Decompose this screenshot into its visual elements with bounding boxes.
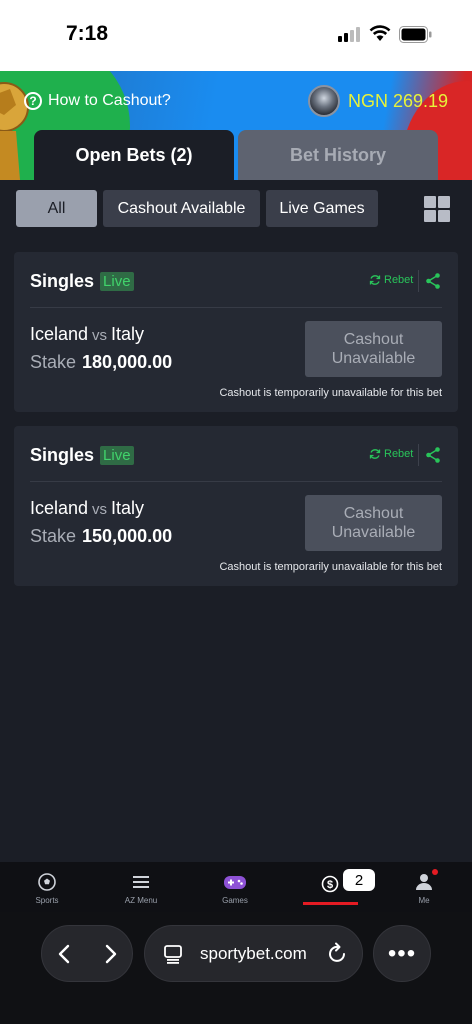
grid-view-icon[interactable] [424,196,450,222]
nav-label: Sports [35,896,59,905]
nav-sports[interactable]: Sports [12,862,82,912]
avatar[interactable] [308,85,340,117]
live-badge: Live [100,272,134,291]
help-icon: ? [24,92,42,110]
refresh-icon [369,275,381,285]
how-to-cashout-link[interactable]: ? How to Cashout? [24,92,171,110]
notification-dot [432,869,438,875]
stake-amount: 150,000.00 [82,526,173,546]
filter-live-games[interactable]: Live Games [266,190,378,227]
person-icon [416,874,432,890]
status-time: 7:18 [66,22,109,45]
match-teams: Iceland vs Italy [30,498,144,519]
menu-icon [133,876,149,888]
soccer-ball-icon [38,873,56,891]
bet-card: Singles Live Rebet Iceland vs Italy Stake 1… [14,426,458,586]
cashout-status: Unavailable [331,524,416,541]
gamepad-icon [224,876,246,889]
bet-type: Singles [30,445,95,465]
svg-text:$: $ [327,879,333,891]
refresh-icon [369,449,381,459]
nav-me[interactable]: Me [389,862,459,912]
bet-type: Singles [30,271,95,291]
page-menu-icon[interactable] [163,944,183,964]
rebet-label: Rebet [384,448,414,460]
home-team: Iceland [30,324,89,344]
divider [418,270,419,292]
tab-bet-history[interactable]: Bet History [238,130,438,180]
cashout-button[interactable]: Cashout Unavailable [305,321,442,377]
filter-all[interactable]: All [16,190,97,227]
wifi-icon [369,25,391,41]
rebet-button[interactable]: Rebet [369,274,413,286]
nav-label: Games [222,896,248,905]
share-icon[interactable] [425,446,441,464]
more-options-button[interactable]: ••• [373,925,431,982]
battery-icon [399,26,432,43]
address-bar[interactable]: sportybet.com [144,925,363,982]
stake-row: Stake 150,000.00 [30,526,172,547]
filter-bar: All Cashout Available Live Games [16,190,378,227]
betslip-count-badge: 2 [343,869,375,891]
back-arrow-icon[interactable] [57,944,71,964]
nav-az-menu[interactable]: AZ Menu [106,862,176,912]
divider [418,444,419,466]
cashout-label: Cashout [343,331,404,348]
stake-amount: 180,000.00 [82,352,173,372]
betslip-icon: $ [321,875,339,893]
nav-label: AZ Menu [124,896,158,905]
live-badge: Live [100,446,134,465]
bet-card: Singles Live Rebet Iceland vs Italy Stake 1… [14,252,458,412]
home-team: Iceland [30,498,89,518]
away-team: Italy [111,498,145,518]
stake-row: Stake 180,000.00 [30,352,172,373]
history-nav [41,925,133,982]
cashout-note: Cashout is temporarily unavailable for t… [219,561,442,573]
url-text: sportybet.com [200,944,307,963]
trophy-icon [0,82,29,180]
rebet-button[interactable]: Rebet [369,448,413,460]
stake-label: Stake [30,352,77,372]
nav-games[interactable]: Games [200,862,270,912]
vs-label: vs [92,327,108,344]
reload-icon[interactable] [327,942,349,966]
share-icon[interactable] [425,272,441,290]
rebet-label: Rebet [384,274,414,286]
cashout-button[interactable]: Cashout Unavailable [305,495,442,551]
nav-label: Me [418,896,430,905]
tab-open-bets[interactable]: Open Bets (2) [34,130,234,180]
bet-title: Singles Live [30,445,134,466]
bottom-nav: Sports AZ Menu Games $ Me [0,862,472,912]
bet-title: Singles Live [30,271,134,292]
divider [30,481,442,482]
away-team: Italy [111,324,145,344]
cashout-label: Cashout [343,505,404,522]
vs-label: vs [92,501,108,518]
forward-arrow-icon[interactable] [104,944,118,964]
stake-label: Stake [30,526,77,546]
how-to-cashout-label: How to Cashout? [48,92,171,109]
cashout-note: Cashout is temporarily unavailable for t… [219,387,442,399]
match-teams: Iceland vs Italy [30,324,144,345]
active-tab-indicator [303,902,358,905]
cashout-status: Unavailable [331,350,416,367]
cellular-signal-icon [338,26,362,42]
account-balance[interactable]: NGN 269.19 [308,85,448,117]
filter-cashout-available[interactable]: Cashout Available [103,190,260,227]
divider [30,307,442,308]
browser-toolbar: sportybet.com ••• [0,912,472,1024]
balance-amount: NGN 269.19 [348,90,449,111]
status-bar: 7:18 [0,0,472,71]
